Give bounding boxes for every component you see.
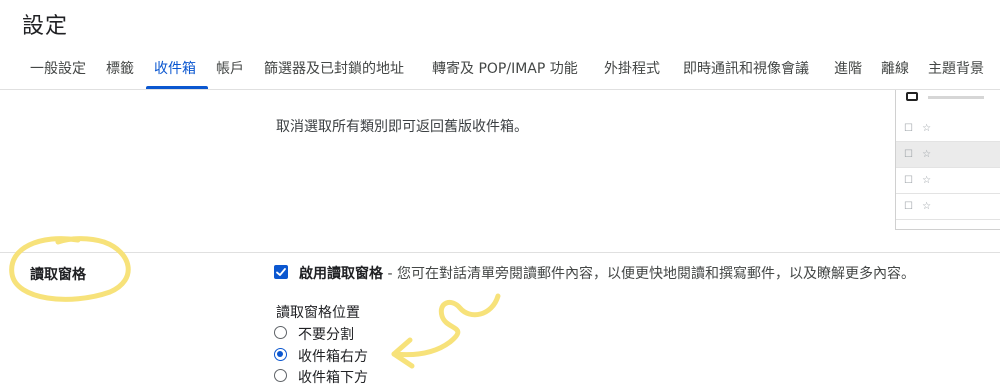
radio-label: 不要分割 — [298, 327, 354, 343]
preview-row: ☐ ☆ — [896, 116, 1000, 142]
settings-page: 設定 一般設定 標籤 收件箱 帳戶 篩選器及已封鎖的地址 轉寄及 POP/IMA… — [0, 0, 1000, 390]
enable-reading-pane-checkbox[interactable] — [274, 265, 288, 279]
tab-filters[interactable]: 篩選器及已封鎖的地址 — [264, 58, 404, 78]
enable-reading-pane-description: - 您可在對話清單旁閱讀郵件內容，以便更快地閱讀和撰寫郵件，以及瞭解更多內容。 — [383, 266, 915, 282]
checkmark-icon — [276, 268, 286, 276]
legacy-inbox-note: 取消選取所有類別即可返回舊版收件箱。 — [276, 119, 528, 135]
enable-reading-pane-label: 啟用讀取窗格 - 您可在對話清單旁閱讀郵件內容，以便更快地閱讀和撰寫郵件，以及瞭… — [299, 263, 915, 283]
radio-label: 收件箱下方 — [298, 370, 368, 386]
tab-labels[interactable]: 標籤 — [106, 58, 134, 78]
preview-row: ☐ ☆ — [896, 194, 1000, 220]
section-divider — [0, 252, 1000, 253]
reading-pane-section-label: 讀取窗格 — [30, 267, 86, 283]
inbox-preview-thumbnail: ☐ ☆ ☐ ☆ ☐ ☆ ☐ ☆ — [895, 90, 1000, 230]
tab-advanced[interactable]: 進階 — [834, 58, 862, 78]
inbox-tray-icon — [906, 92, 918, 101]
radio-button[interactable] — [274, 369, 287, 382]
page-title: 設定 — [22, 14, 69, 39]
radio-label: 收件箱右方 — [298, 349, 368, 365]
tab-addons[interactable]: 外掛程式 — [604, 58, 660, 78]
radio-button[interactable] — [274, 326, 287, 339]
settings-tabs: 一般設定 標籤 收件箱 帳戶 篩選器及已封鎖的地址 轉寄及 POP/IMAP 功… — [0, 48, 1000, 90]
tab-themes[interactable]: 主題背景 — [928, 58, 984, 78]
tab-offline[interactable]: 離線 — [881, 58, 909, 78]
reading-pane-position-title: 讀取窗格位置 — [276, 305, 360, 321]
tab-inbox[interactable]: 收件箱 — [154, 58, 196, 78]
preview-row: ☐ ☆ — [896, 142, 1000, 168]
active-tab-indicator — [146, 86, 208, 89]
tab-forwarding[interactable]: 轉寄及 POP/IMAP 功能 — [432, 58, 578, 78]
tab-accounts[interactable]: 帳戶 — [216, 58, 244, 78]
radio-button-selected[interactable] — [274, 348, 287, 361]
tab-general[interactable]: 一般設定 — [30, 58, 86, 78]
preview-header-bar — [928, 96, 984, 99]
tab-chat-meet[interactable]: 即時通訊和視像會議 — [683, 58, 809, 78]
enable-reading-pane-title: 啟用讀取窗格 — [299, 266, 383, 282]
pointer-arrow-annotation — [391, 293, 501, 369]
preview-row: ☐ ☆ — [896, 168, 1000, 194]
preview-header — [896, 90, 1000, 112]
